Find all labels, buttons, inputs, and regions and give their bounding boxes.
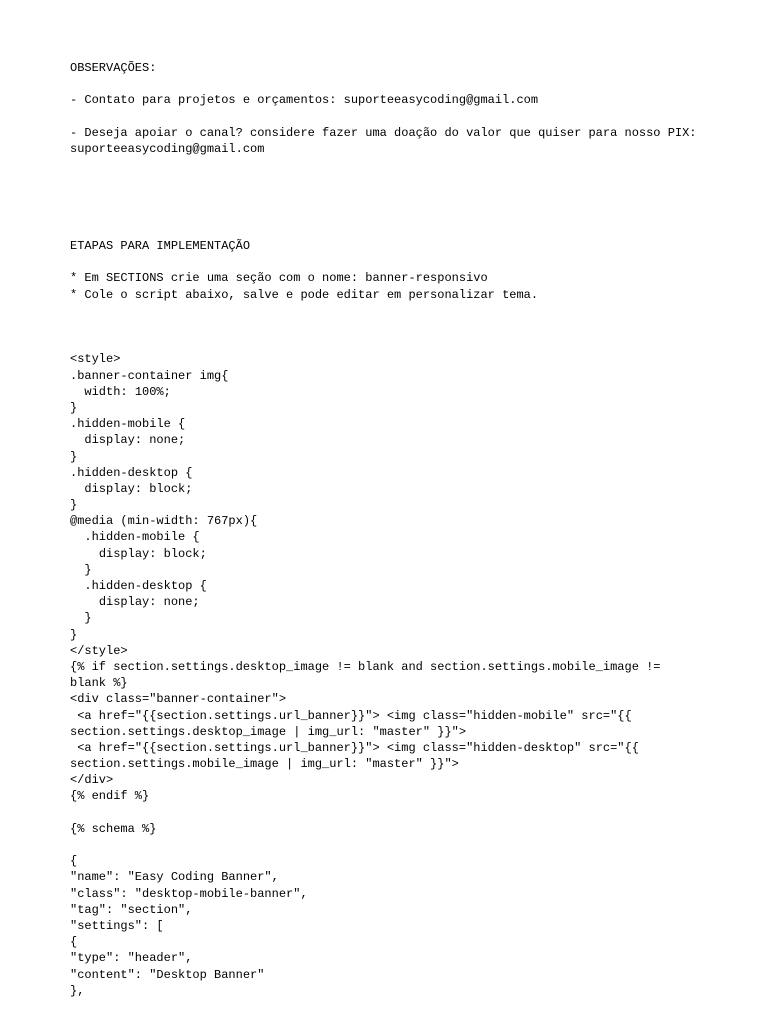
code-line: "name": "Easy Coding Banner",: [70, 870, 279, 884]
code-line: display: none;: [70, 433, 185, 447]
code-line: }: [70, 628, 77, 642]
code-line: "content": "Desktop Banner": [70, 968, 264, 982]
code-line: .banner-container img{: [70, 369, 228, 383]
code-line: "type": "header",: [70, 951, 192, 965]
code-line: <style>: [70, 352, 120, 366]
code-line: display: block;: [70, 482, 192, 496]
code-line: display: none;: [70, 595, 200, 609]
code-line: display: block;: [70, 547, 207, 561]
document-page: OBSERVAÇÕES: - Contato para projetos e o…: [0, 0, 768, 1024]
code-line: "class": "desktop-mobile-banner",: [70, 887, 308, 901]
line-contact: - Contato para projetos e orçamentos: su…: [70, 93, 538, 107]
code-line: {% endif %}: [70, 789, 149, 803]
code-line: }: [70, 401, 77, 415]
code-line: .hidden-desktop {: [70, 579, 207, 593]
code-line: @media (min-width: 767px){: [70, 514, 257, 528]
step-1: * Em SECTIONS crie uma seção com o nome:…: [70, 271, 488, 285]
step-2: * Cole o script abaixo, salve e pode edi…: [70, 288, 538, 302]
code-line: },: [70, 984, 84, 998]
code-line: {: [70, 854, 77, 868]
code-line: }: [70, 498, 77, 512]
code-line: {: [70, 935, 77, 949]
code-line: {% schema %}: [70, 822, 156, 836]
heading-observacoes: OBSERVAÇÕES:: [70, 61, 156, 75]
code-line: .hidden-mobile {: [70, 530, 200, 544]
code-line: }: [70, 563, 92, 577]
code-line: <div class="banner-container">: [70, 692, 286, 706]
code-line: </div>: [70, 773, 113, 787]
code-line: width: 100%;: [70, 385, 171, 399]
code-line: }: [70, 450, 77, 464]
code-line: }: [70, 611, 92, 625]
heading-etapas: ETAPAS PARA IMPLEMENTAÇÃO: [70, 239, 250, 253]
code-line: .hidden-desktop {: [70, 466, 192, 480]
line-support: - Deseja apoiar o canal? considere fazer…: [70, 126, 704, 156]
code-line: <a href="{{section.settings.url_banner}}…: [70, 709, 639, 739]
code-line: {% if section.settings.desktop_image != …: [70, 660, 668, 690]
code-line: <a href="{{section.settings.url_banner}}…: [70, 741, 646, 771]
code-line: .hidden-mobile {: [70, 417, 185, 431]
code-line: "tag": "section",: [70, 903, 192, 917]
code-line: </style>: [70, 644, 128, 658]
code-line: "settings": [: [70, 919, 164, 933]
